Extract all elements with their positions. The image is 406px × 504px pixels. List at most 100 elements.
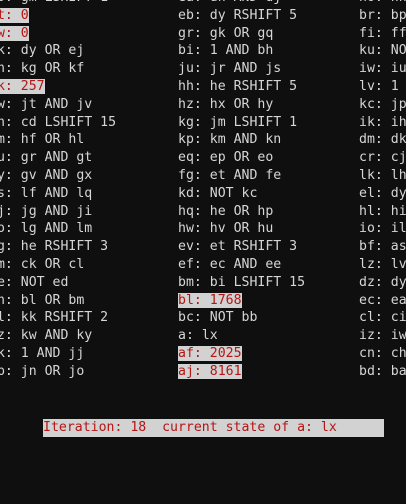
wire-line: hm: hf OR hl xyxy=(0,131,116,149)
wire-line: jp: jn OR jo xyxy=(0,363,116,381)
wire-line: a: lx xyxy=(178,327,305,345)
wire-line: kl: kk RSHIFT 2 xyxy=(0,309,116,327)
wire-definition: ku: NO xyxy=(359,43,406,59)
wire-definition: ek: dy OR ej xyxy=(0,43,85,59)
wire-definition: ee: NOT ed xyxy=(0,274,69,290)
wire-line: aj: 8161 xyxy=(178,363,305,381)
wire-definition: br: bp xyxy=(359,7,406,23)
wire-line: bd: ba xyxy=(359,363,406,381)
wire-definition: hw: hv OR hu xyxy=(178,221,274,237)
wire-definition: gr: gk OR gq xyxy=(178,25,274,41)
wire-line: fi: ff xyxy=(359,25,406,43)
wire-definition: ls: lf AND lq xyxy=(0,185,93,201)
wire-definition: jp: jn OR jo xyxy=(0,363,85,379)
wire-line: ho: hn xyxy=(359,0,406,7)
wire-line: ev: et RSHIFT 3 xyxy=(178,238,305,256)
resolved-wire-value: af: 2025 xyxy=(178,345,242,361)
wire-definition: cl: ci xyxy=(359,310,406,326)
wire-definition: gu: gr AND gt xyxy=(0,150,93,166)
wire-definition: ju: jr AND js xyxy=(178,61,282,77)
wire-line: iz: iw xyxy=(359,327,406,345)
wire-definition: gy: gv AND gx xyxy=(0,167,93,183)
wire-line: ku: NO xyxy=(359,42,406,60)
wire-definition: hg: he RSHIFT 3 xyxy=(0,239,109,255)
wire-line: jk: 1 AND jj xyxy=(0,345,116,363)
wire-definition: ch: cd LSHIFT 15 xyxy=(0,114,117,130)
wire-line: ls: lf AND lq xyxy=(0,185,116,203)
wire-line: jw: jt AND jv xyxy=(0,96,116,114)
wire-definition: kg: jm LSHIFT 1 xyxy=(178,114,298,130)
wire-definition: lk: lh xyxy=(359,167,406,183)
resolved-wire-value: bl: 1768 xyxy=(178,292,242,308)
wire-line: hq: he OR hp xyxy=(178,203,305,221)
wire-line: kp: km AND kn xyxy=(178,131,305,149)
wire-definition: ik: ih xyxy=(359,114,406,130)
wire-line: go: gm LSHIFT 1 xyxy=(0,0,116,7)
wire-definition: ho: hn xyxy=(359,0,406,5)
wire-line: cn: ch xyxy=(359,345,406,363)
wire-definition: hm: hf OR hl xyxy=(0,132,85,148)
wire-line: at: 0 xyxy=(0,7,116,25)
wire-line: fg: et AND fe xyxy=(178,167,305,185)
wire-definition: kp: km AND kn xyxy=(178,132,282,148)
wire-definition: bm: bi LSHIFT 15 xyxy=(178,274,306,290)
wire-line: gu: gr AND gt xyxy=(0,149,116,167)
wire-definition: kc: jp xyxy=(359,96,406,112)
wire-line: hw: hv OR hu xyxy=(178,220,305,238)
wire-definition: jj: jg AND ji xyxy=(0,203,93,219)
wire-line: ch: cd LSHIFT 15 xyxy=(0,114,116,132)
wire-definition: cm: ck OR cl xyxy=(0,256,85,272)
wire-definition: bf: as xyxy=(359,239,406,255)
wire-definition: ef: ec AND ee xyxy=(178,256,282,272)
wire-line: io: il xyxy=(359,220,406,238)
wire-line: kg: jm LSHIFT 1 xyxy=(178,114,305,132)
wire-line: hh: he RSHIFT 5 xyxy=(178,78,305,96)
wire-line: ec: ea xyxy=(359,292,406,310)
wire-line: ek: dy OR ej xyxy=(0,42,116,60)
wire-line: hg: he RSHIFT 3 xyxy=(0,238,116,256)
wire-line: bi: 1 AND bh xyxy=(178,42,305,60)
wire-line: ef: ec AND ee xyxy=(178,256,305,274)
wire-line: bl: 1768 xyxy=(178,292,305,310)
wire-definition: iw: iu xyxy=(359,61,406,77)
wire-line: jj: jg AND ji xyxy=(0,203,116,221)
wire-definition: bd: ba xyxy=(359,363,406,379)
wire-definition: cn: ch xyxy=(359,345,406,361)
wire-line: lz: lv xyxy=(359,256,406,274)
wire-line: gr: gk OR gq xyxy=(178,25,305,43)
wire-line: lv: 1 xyxy=(359,78,406,96)
resolved-wire-value: at: 0 xyxy=(0,7,29,23)
wire-definition: kz: kw AND ky xyxy=(0,328,93,344)
wire-definition: kd: NOT kc xyxy=(178,185,258,201)
wire-definition: kh: kg OR kf xyxy=(0,61,85,77)
wire-line: ak: 257 xyxy=(0,78,116,96)
wire-line: eq: ep OR eo xyxy=(178,149,305,167)
wire-line: af: 2025 xyxy=(178,345,305,363)
wire-line: cr: cj xyxy=(359,149,406,167)
resolved-wire-value: aw: 0 xyxy=(0,25,29,41)
wire-definition: jk: 1 AND jj xyxy=(0,345,85,361)
wire-line: bn: bl OR bm xyxy=(0,292,116,310)
resolved-wire-value: aj: 8161 xyxy=(178,363,242,379)
wire-definition: a: lx xyxy=(178,328,218,344)
resolved-wire-value: ak: 257 xyxy=(0,78,45,94)
status-bar: Iteration: 18 current state of a: lx xyxy=(43,419,384,437)
wire-definition: hz: hx OR hy xyxy=(178,96,274,112)
wire-definition: bc: NOT bb xyxy=(178,310,258,326)
wire-line: ik: ih xyxy=(359,114,406,132)
wire-definition: cr: cj xyxy=(359,150,406,166)
wire-definition: eq: ep OR eo xyxy=(178,150,274,166)
wire-line: aw: 0 xyxy=(0,25,116,43)
wire-line: ea: dh AND dj xyxy=(178,0,305,7)
wire-definition: io: il xyxy=(359,221,406,237)
wire-line: bf: as xyxy=(359,238,406,256)
wire-line: cm: ck OR cl xyxy=(0,256,116,274)
wire-line: kc: jp xyxy=(359,96,406,114)
wire-line: dz: dy xyxy=(359,274,406,292)
wire-definition: el: dy xyxy=(359,185,406,201)
wire-column-3: ho: hn br: bp fi: ff ku: NO iw: iulv: 1 kc: j… xyxy=(359,0,406,381)
wire-definition: lv: 1 xyxy=(359,78,399,94)
wire-definition: go: gm LSHIFT 1 xyxy=(0,0,108,5)
wire-line: ee: NOT ed xyxy=(0,274,116,292)
wire-definition: lz: lv xyxy=(359,256,406,272)
